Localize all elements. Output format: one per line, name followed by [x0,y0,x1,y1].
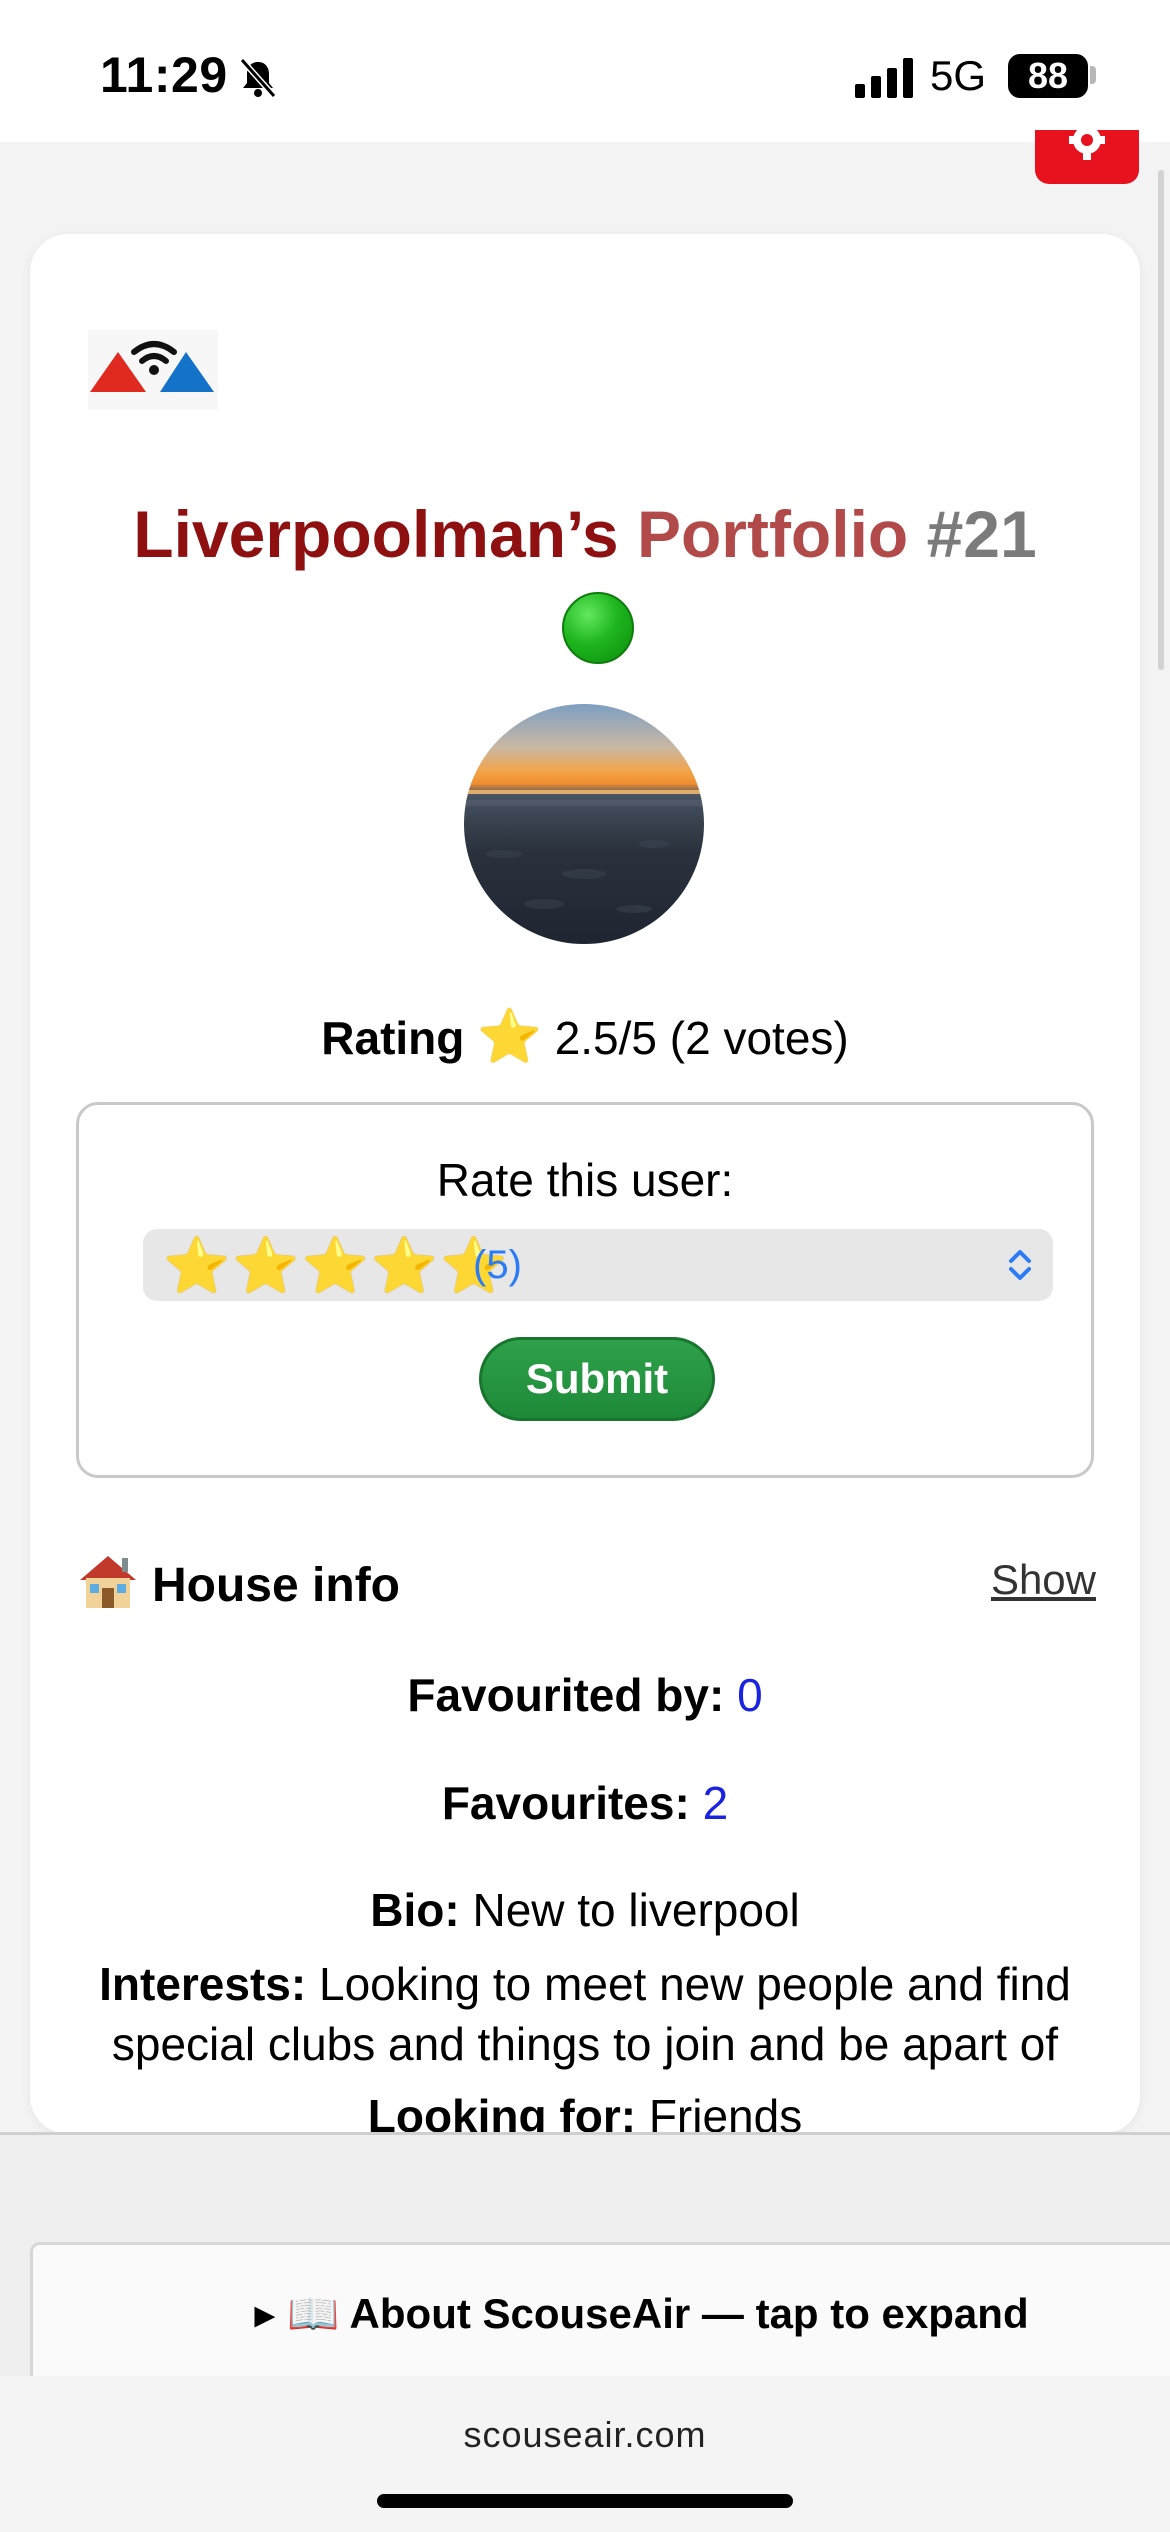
bio-label: Bio: [370,1884,460,1936]
avatar[interactable] [464,704,704,944]
rate-label: Rate this user: [436,1154,734,1206]
home-indicator[interactable] [377,2494,793,2508]
online-status-icon [562,592,634,664]
favourited-by-value[interactable]: 0 [737,1669,763,1721]
interests-label: Interests: [99,1958,307,2010]
looking-for-value: Friends [648,2090,803,2134]
house-info-title: House info [152,1559,400,1612]
star-icon: ⭐ [477,1008,542,1066]
avatar-beach-image [464,790,704,913]
house-info-header: House info Show [76,1550,1096,1620]
battery-icon: 88 [1008,54,1088,98]
looking-for-row: Looking for: Friends [60,2086,1110,2134]
rating-value: 2.5/5 (2 votes) [554,1012,849,1064]
page-title: Liverpoolman’s Portfolio #21 [30,496,1140,572]
about-expand-label[interactable]: ▸ 📖 About ScouseAir — tap to expand [33,2289,1170,2339]
network-type: 5G [930,52,987,99]
title-number: #21 [926,497,1037,571]
logo-icon [90,341,214,392]
signal-icon [855,58,913,98]
browser-url-bar[interactable]: scouseair.com [0,2376,1170,2532]
rating-label: Rating [321,1012,465,1064]
favourited-by-row: Favourited by: 0 [30,1668,1140,1722]
settings-button[interactable] [1035,130,1139,184]
rating-select-count: (5) [473,1243,522,1287]
battery-nub [1090,66,1096,84]
rating-select-stars: ⭐⭐⭐⭐⭐ [163,1236,510,1296]
favourites-row: Favourites: 2 [30,1776,1140,1830]
chevron-updown-icon [1009,1250,1031,1280]
title-name: Liverpoolman’s [133,497,619,571]
bio-value: New to liverpool [472,1884,800,1936]
url-text[interactable]: scouseair.com [0,2414,1170,2456]
rating-summary: Rating ⭐ 2.5/5 (2 votes) [30,1006,1140,1067]
looking-for-label: Looking for: [367,2090,637,2134]
interests-row: Interests: Looking to meet new people an… [60,1954,1110,2074]
profile-card: Liverpoolman’s Portfolio #21 Rating ⭐ 2.… [30,234,1140,2134]
scouseair-logo[interactable] [88,330,218,410]
house-info-show-link[interactable]: Show [991,1556,1096,1604]
submit-rating-button[interactable]: Submit [479,1337,715,1421]
rate-user-form: Rate this user: ⭐⭐⭐⭐⭐ (5) Submit [76,1102,1094,1478]
about-panel[interactable]: ▸ 📖 About ScouseAir — tap to expand [30,2242,1170,2378]
scrollbar[interactable] [1158,170,1164,670]
favourites-value[interactable]: 2 [703,1777,729,1829]
status-bar: 11:29 5G 88 [0,0,1170,142]
title-portfolio: Portfolio [636,497,909,571]
gear-icon [1069,130,1105,160]
favourited-by-label: Favourited by: [407,1669,725,1721]
bio-row: Bio: New to liverpool [60,1880,1110,1940]
bell-off-icon [239,58,277,98]
status-time: 11:29 [100,47,228,103]
favourites-label: Favourites: [441,1777,690,1829]
house-icon [80,1556,136,1608]
rating-select[interactable]: ⭐⭐⭐⭐⭐ (5) [143,1229,1053,1301]
